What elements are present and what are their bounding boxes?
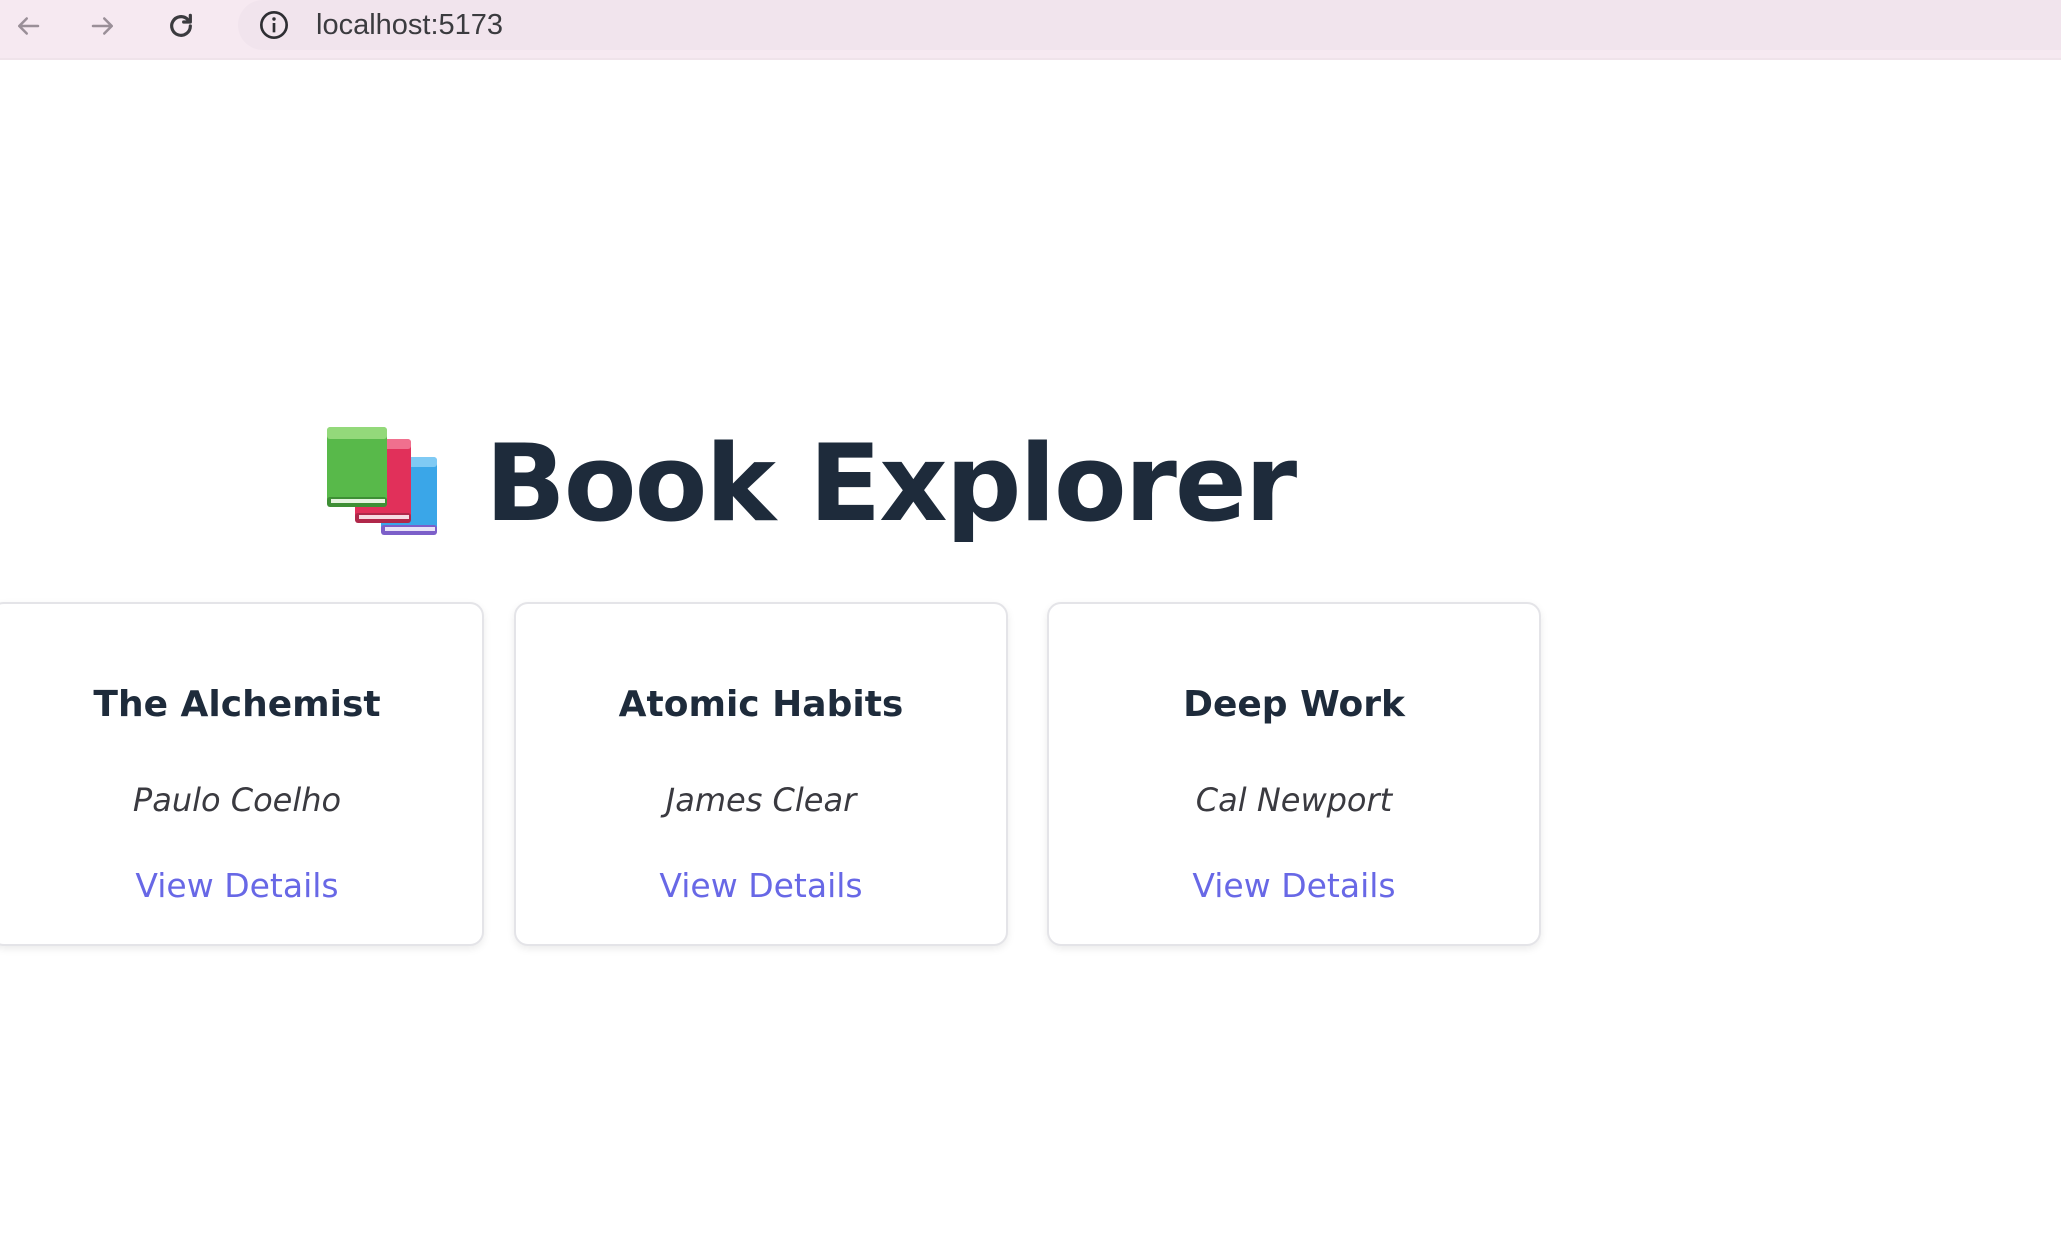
reload-button[interactable] xyxy=(159,4,203,48)
forward-arrow-icon xyxy=(91,17,113,35)
site-info-button[interactable] xyxy=(258,9,290,41)
address-bar[interactable]: localhost:5173 xyxy=(238,0,2061,50)
book-title: Deep Work xyxy=(1183,684,1405,725)
book-card-the-alchemist: The Alchemist Paulo Coelho View Details xyxy=(0,602,484,946)
books-icon xyxy=(327,427,437,535)
page-header: Book Explorer xyxy=(325,413,1297,553)
view-details-link[interactable]: View Details xyxy=(0,866,482,905)
view-details-link[interactable]: View Details xyxy=(1049,866,1539,905)
book-card-atomic-habits: Atomic Habits James Clear View Details xyxy=(514,602,1008,946)
book-author: Cal Newport xyxy=(1195,781,1393,819)
book-card-deep-work: Deep Work Cal Newport View Details xyxy=(1047,602,1541,946)
book-title: Atomic Habits xyxy=(618,684,904,725)
back-button[interactable] xyxy=(6,4,50,48)
info-icon xyxy=(260,11,288,39)
address-url[interactable]: localhost:5173 xyxy=(316,7,503,43)
browser-toolbar: localhost:5173 xyxy=(0,0,2061,60)
page-title: Book Explorer xyxy=(485,421,1297,545)
book-author: Paulo Coelho xyxy=(132,781,342,819)
reload-icon xyxy=(170,13,192,37)
back-arrow-icon xyxy=(18,17,40,35)
forward-button[interactable] xyxy=(81,4,125,48)
book-title: The Alchemist xyxy=(93,684,381,725)
view-details-link[interactable]: View Details xyxy=(516,866,1006,905)
book-author: James Clear xyxy=(665,781,857,819)
